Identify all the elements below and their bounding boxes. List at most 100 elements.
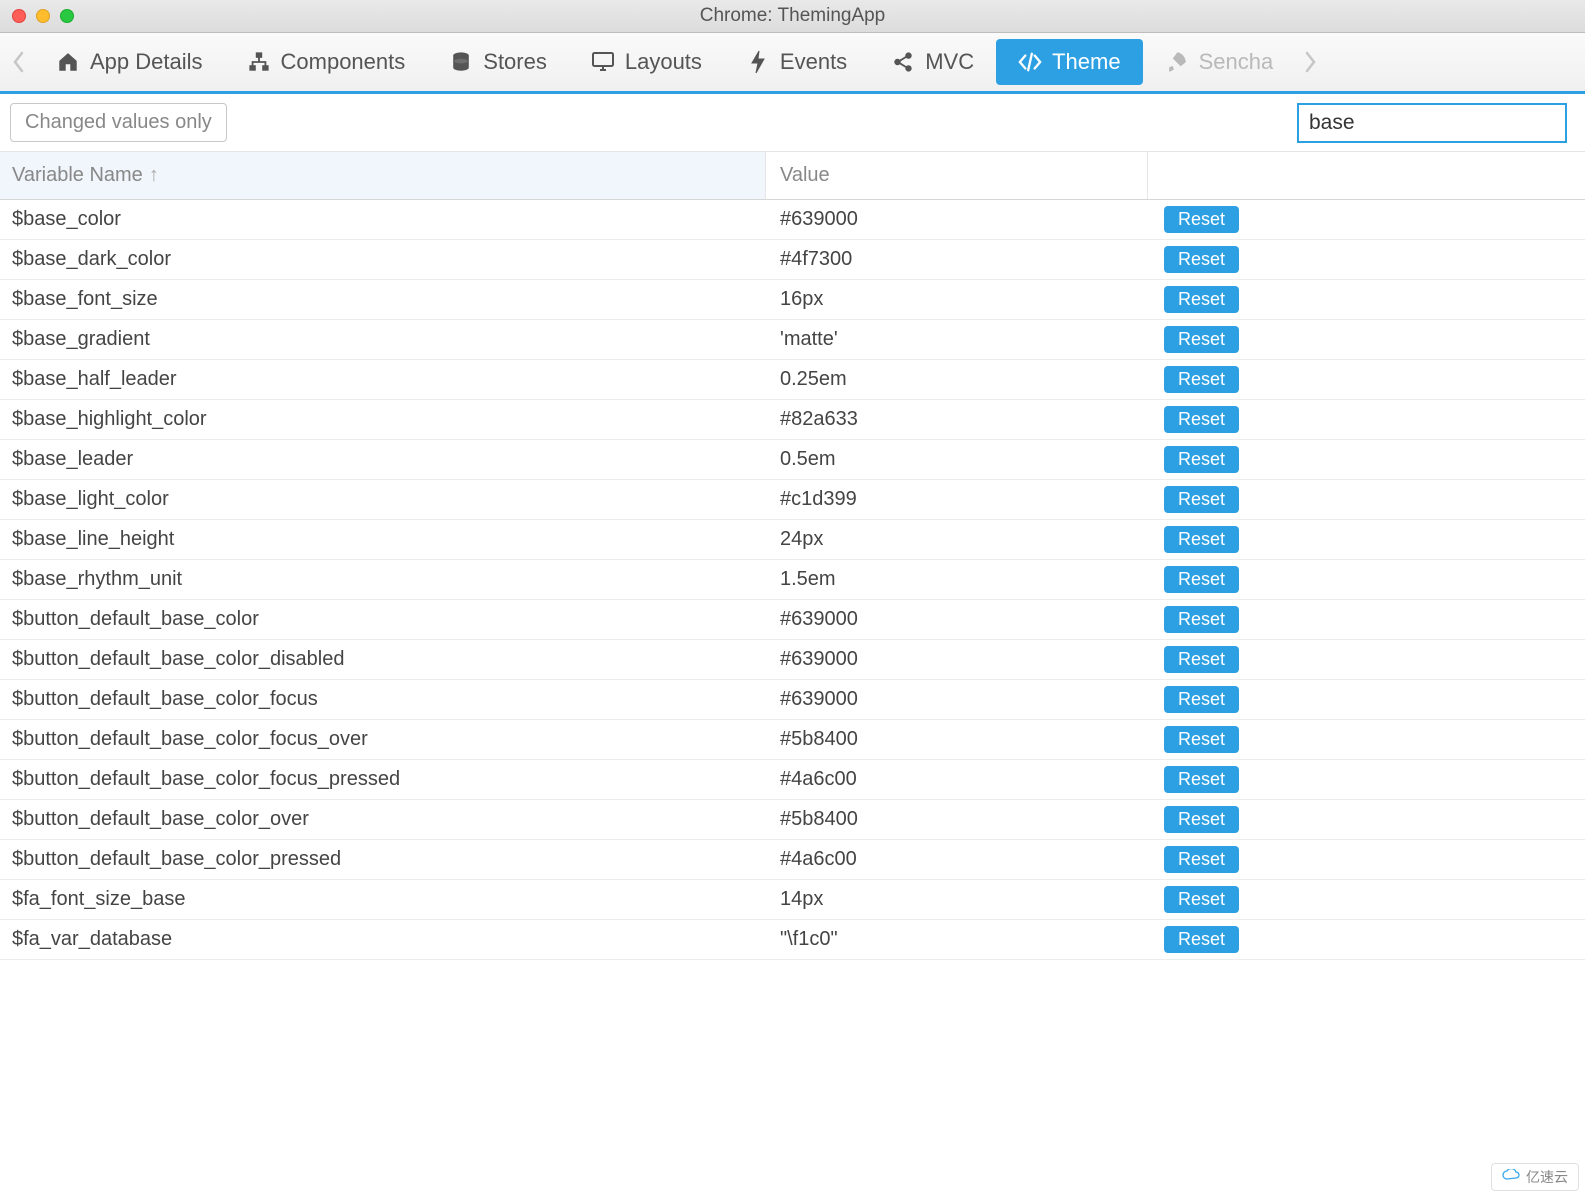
table-row: $base_gradient'matte' Reset [0,320,1585,360]
table-row: $base_highlight_color#82a633 Reset [0,400,1585,440]
table-row: $button_default_base_color_focus#639000 R… [0,680,1585,720]
variable-value-cell[interactable]: #4a6c00 [766,848,1148,871]
tab-label: Stores [483,49,547,75]
reset-button[interactable]: Reset [1164,846,1239,873]
tab-label: Layouts [625,49,702,75]
variable-value-cell[interactable]: #639000 [766,688,1148,711]
variable-value-cell[interactable]: 16px [766,288,1148,311]
tab-stores[interactable]: Stores [427,39,569,85]
variable-name-cell[interactable]: $base_rhythm_unit [0,568,766,591]
reset-button[interactable]: Reset [1164,486,1239,513]
variable-value-cell[interactable]: #5b8400 [766,728,1148,751]
reset-button[interactable]: Reset [1164,806,1239,833]
tab-label: App Details [90,49,203,75]
tab-mvc[interactable]: MVC [869,39,996,85]
table-header: Variable Name ↑ Value [0,152,1585,200]
reset-button[interactable]: Reset [1164,926,1239,953]
variable-name-cell[interactable]: $base_leader [0,448,766,471]
reset-button[interactable]: Reset [1164,446,1239,473]
table-row: $button_default_base_color_disabled#6390… [0,640,1585,680]
reset-button[interactable]: Reset [1164,246,1239,273]
changed-values-only-toggle[interactable]: Changed values only [10,103,227,142]
table-row: $base_half_leader0.25em Reset [0,360,1585,400]
variable-value-cell[interactable]: #5b8400 [766,808,1148,831]
variable-name-cell[interactable]: $fa_font_size_base [0,888,766,911]
tab-label: MVC [925,49,974,75]
variable-value-cell[interactable]: 0.5em [766,448,1148,471]
variable-value-cell[interactable]: #639000 [766,208,1148,231]
rocket-icon [1165,50,1189,74]
table-row: $fa_var_database"\f1c0" Reset [0,920,1585,960]
variable-value-cell[interactable]: 1.5em [766,568,1148,591]
variable-name-cell[interactable]: $base_highlight_color [0,408,766,431]
variable-value-cell[interactable]: 24px [766,528,1148,551]
reset-button[interactable]: Reset [1164,646,1239,673]
share-icon [891,50,915,74]
reset-button[interactable]: Reset [1164,406,1239,433]
tab-theme[interactable]: Theme [996,39,1142,85]
variable-name-cell[interactable]: $button_default_base_color_focus_pressed [0,768,766,791]
variable-name-cell[interactable]: $button_default_base_color_disabled [0,648,766,671]
reset-button[interactable]: Reset [1164,606,1239,633]
reset-button[interactable]: Reset [1164,366,1239,393]
sort-ascending-icon: ↑ [149,164,159,187]
variable-value-cell[interactable]: #4a6c00 [766,768,1148,791]
variable-name-cell[interactable]: $fa_var_database [0,928,766,951]
variable-value-cell[interactable]: 'matte' [766,328,1148,351]
reset-button[interactable]: Reset [1164,766,1239,793]
variable-value-cell[interactable]: #639000 [766,648,1148,671]
variable-name-cell[interactable]: $button_default_base_color_focus_over [0,728,766,751]
variable-name-cell[interactable]: $button_default_base_color_focus [0,688,766,711]
variable-name-cell[interactable]: $button_default_base_color_over [0,808,766,831]
table-row: $base_line_height24px Reset [0,520,1585,560]
reset-button[interactable]: Reset [1164,206,1239,233]
variable-value-cell[interactable]: #82a633 [766,408,1148,431]
close-window-button[interactable] [12,9,26,23]
search-input[interactable] [1297,103,1567,143]
reset-button[interactable]: Reset [1164,886,1239,913]
variable-name-cell[interactable]: $base_line_height [0,528,766,551]
cloud-icon [1502,1168,1520,1186]
tab-app-details[interactable]: App Details [34,39,225,85]
variable-name-cell[interactable]: $base_color [0,208,766,231]
variable-name-cell[interactable]: $base_light_color [0,488,766,511]
variable-name-cell[interactable]: $base_half_leader [0,368,766,391]
variable-name-cell[interactable]: $button_default_base_color [0,608,766,631]
tab-components[interactable]: Components [225,39,428,85]
table-row: $button_default_base_color_focus_over#5b… [0,720,1585,760]
variable-value-cell[interactable]: 0.25em [766,368,1148,391]
reset-button[interactable]: Reset [1164,326,1239,353]
home-icon [56,50,80,74]
reset-button[interactable]: Reset [1164,566,1239,593]
table-row: $base_color#639000 Reset [0,200,1585,240]
table-row: $button_default_base_color_pressed#4a6c0… [0,840,1585,880]
nav-scroll-left[interactable] [4,37,34,87]
tab-layouts[interactable]: Layouts [569,39,724,85]
variable-value-cell[interactable]: #639000 [766,608,1148,631]
tab-events[interactable]: Events [724,39,869,85]
reset-button[interactable]: Reset [1164,686,1239,713]
database-icon [449,50,473,74]
reset-button[interactable]: Reset [1164,286,1239,313]
table-row: $base_leader0.5em Reset [0,440,1585,480]
variable-value-cell[interactable]: 14px [766,888,1148,911]
variable-name-cell[interactable]: $button_default_base_color_pressed [0,848,766,871]
reset-button[interactable]: Reset [1164,526,1239,553]
variable-name-cell[interactable]: $base_font_size [0,288,766,311]
table-row: $fa_font_size_base14px Reset [0,880,1585,920]
variable-name-cell[interactable]: $base_gradient [0,328,766,351]
minimize-window-button[interactable] [36,9,50,23]
column-header-variable-name[interactable]: Variable Name ↑ [0,152,766,199]
variable-name-cell[interactable]: $base_dark_color [0,248,766,271]
tab-sencha[interactable]: Sencha [1143,39,1296,85]
window-title: Chrome: ThemingApp [0,5,1585,27]
zoom-window-button[interactable] [60,9,74,23]
variable-value-cell[interactable]: "\f1c0" [766,928,1148,951]
monitor-icon [591,50,615,74]
reset-button[interactable]: Reset [1164,726,1239,753]
watermark-badge: 亿速云 [1491,1163,1579,1191]
variable-value-cell[interactable]: #c1d399 [766,488,1148,511]
nav-scroll-right[interactable] [1295,37,1325,87]
column-header-value[interactable]: Value [766,152,1148,199]
variable-value-cell[interactable]: #4f7300 [766,248,1148,271]
